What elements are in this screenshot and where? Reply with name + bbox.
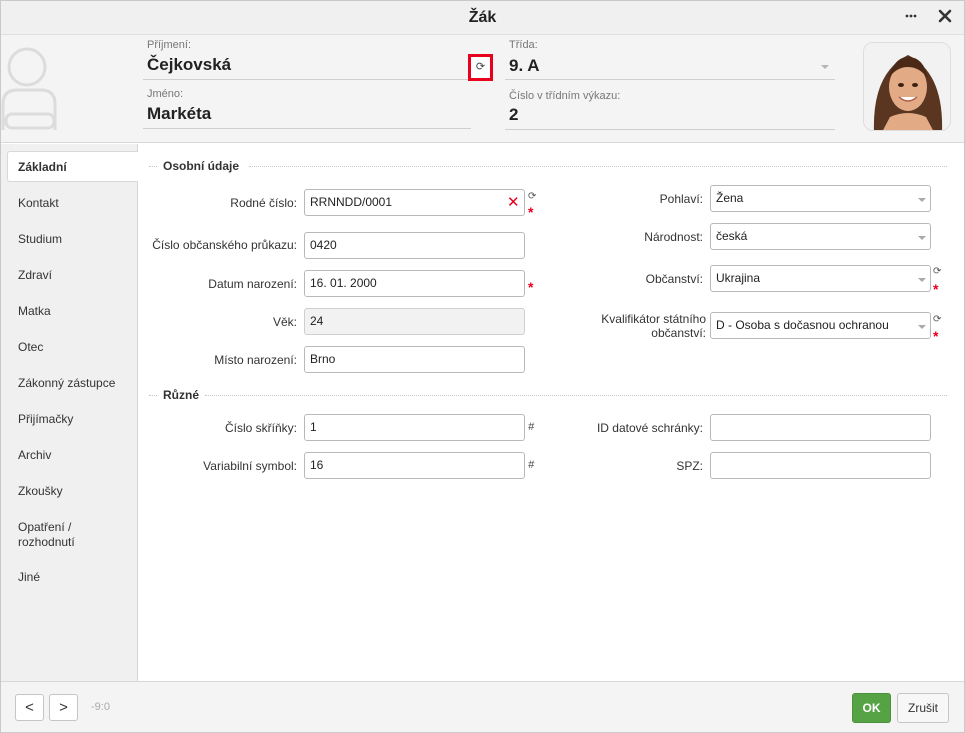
- surname-underline: [143, 79, 493, 80]
- required-asterisk-icon: *: [528, 204, 534, 220]
- citizenship-select[interactable]: Ukrajina: [710, 265, 931, 292]
- hash-icon: #: [528, 421, 535, 433]
- birth-date-input[interactable]: 16. 01. 2000: [304, 270, 525, 297]
- id-card-label: Číslo občanského průkazu:: [152, 238, 297, 252]
- citizenship-chevron-down-icon[interactable]: [918, 278, 926, 282]
- sync-glyph: ⟳: [475, 61, 486, 73]
- spz-input[interactable]: [710, 452, 931, 479]
- birth-date-value: 16. 01. 2000: [310, 276, 377, 290]
- title-bar: Žák: [1, 1, 964, 35]
- prev-record-button[interactable]: <: [15, 694, 44, 721]
- section-divider-personal: [249, 166, 947, 167]
- cancel-button[interactable]: Zrušit: [897, 693, 949, 723]
- qualifier-sync-icon[interactable]: ⟳: [933, 315, 941, 325]
- class-label: Třída:: [509, 39, 538, 51]
- id-card-value: 0420: [310, 238, 337, 252]
- databox-input[interactable]: [710, 414, 931, 441]
- sidebar-item-jine[interactable]: Jiné: [18, 570, 40, 585]
- spz-label: SPZ:: [676, 459, 703, 473]
- student-dialog: Žák Příjmení: Čejkovská ⟳ Jméno: Markéta…: [0, 0, 965, 733]
- section-title-misc: Různé: [163, 388, 199, 402]
- age-label: Věk:: [272, 315, 297, 329]
- more-options-icon[interactable]: [905, 7, 917, 26]
- sidebar: Základní Kontakt Studium Zdraví Matka Ot…: [1, 144, 138, 681]
- close-icon[interactable]: [938, 8, 952, 28]
- section-divider-personal-lead: [149, 166, 157, 167]
- databox-label: ID datové schránky:: [596, 421, 703, 435]
- required-asterisk-icon: *: [933, 328, 939, 344]
- sidebar-item-zdravi[interactable]: Zdraví: [18, 268, 52, 283]
- sidebar-item-zakladni[interactable]: Základní: [18, 160, 67, 175]
- age-value: 24: [310, 314, 324, 328]
- required-asterisk-icon: *: [933, 281, 939, 297]
- section-divider-misc-lead: [149, 395, 157, 396]
- firstname-underline: [143, 128, 471, 129]
- qualifier-select[interactable]: D - Osoba s dočasnou ochranou: [710, 312, 931, 339]
- gender-label: Pohlaví:: [659, 192, 703, 206]
- next-record-button[interactable]: >: [49, 694, 78, 721]
- record-counter: -9:0: [91, 701, 110, 713]
- sidebar-item-studium[interactable]: Studium: [18, 232, 62, 247]
- locker-input[interactable]: 1: [304, 414, 525, 441]
- qualifier-value: D - Osoba s dočasnou ochranou: [716, 318, 889, 332]
- sidebar-item-opatreni[interactable]: Opatření / rozhodnutí: [18, 520, 108, 550]
- required-asterisk-icon: *: [528, 279, 534, 295]
- nationality-value: česká: [716, 229, 748, 243]
- birth-date-label: Datum narození:: [208, 277, 297, 291]
- dialog-footer: < > -9:0 OK Zrušit: [1, 681, 964, 732]
- student-photo[interactable]: [863, 42, 951, 131]
- age-input: 24: [304, 308, 525, 335]
- gender-select[interactable]: Žena: [710, 185, 931, 212]
- firstname-label: Jméno:: [147, 88, 184, 100]
- qualifier-label: Kvalifikátor státního občanství:: [601, 312, 706, 340]
- student-header: Příjmení: Čejkovská ⟳ Jméno: Markéta Tří…: [1, 35, 964, 143]
- classnum-label: Číslo v třídním výkazu:: [509, 90, 621, 102]
- birth-number-input[interactable]: RRNNDD/0001: [304, 189, 525, 216]
- birth-number-sync-icon[interactable]: ⟳: [528, 192, 536, 202]
- birth-number-label: Rodné číslo:: [230, 196, 297, 210]
- firstname-value[interactable]: Markéta: [147, 104, 211, 124]
- sidebar-item-matka[interactable]: Matka: [18, 304, 51, 319]
- gender-value: Žena: [716, 191, 744, 205]
- nationality-chevron-down-icon[interactable]: [918, 236, 926, 240]
- birth-number-value: RRNNDD/0001: [310, 195, 393, 209]
- surname-value[interactable]: Čejkovská: [147, 55, 231, 75]
- locker-value: 1: [310, 420, 317, 434]
- ok-button[interactable]: OK: [852, 693, 891, 723]
- classnum-underline: [505, 129, 835, 130]
- class-chevron-down-icon[interactable]: [821, 65, 829, 69]
- sidebar-item-kontakt[interactable]: Kontakt: [18, 196, 59, 211]
- section-divider-misc: [205, 395, 947, 396]
- id-card-input[interactable]: 0420: [304, 232, 525, 259]
- varsym-input[interactable]: 16: [304, 452, 525, 479]
- surname-sync-icon[interactable]: ⟳: [468, 54, 493, 81]
- citizenship-label: Občanství:: [645, 272, 703, 286]
- hash-icon: #: [528, 459, 535, 471]
- varsym-label: Variabilní symbol:: [203, 459, 297, 473]
- locker-label: Číslo skříňky:: [224, 421, 297, 435]
- citizenship-value: Ukrajina: [716, 271, 761, 285]
- sidebar-item-zakonny-zastupce[interactable]: Zákonný zástupce: [18, 376, 115, 391]
- sidebar-item-zkousky[interactable]: Zkoušky: [18, 484, 63, 499]
- birth-place-input[interactable]: Brno: [304, 346, 525, 373]
- nationality-label: Národnost:: [644, 230, 703, 244]
- nationality-select[interactable]: česká: [710, 223, 931, 250]
- sidebar-item-prijimacky[interactable]: Přijímačky: [18, 412, 73, 427]
- class-underline: [505, 79, 835, 80]
- birth-place-label: Místo narození:: [214, 353, 297, 367]
- dialog-title: Žák: [468, 9, 497, 26]
- classnum-value[interactable]: 2: [509, 105, 518, 125]
- qualifier-chevron-down-icon[interactable]: [918, 325, 926, 329]
- clear-icon[interactable]: ✕: [507, 195, 520, 210]
- sidebar-item-archiv[interactable]: Archiv: [18, 448, 51, 463]
- varsym-value: 16: [310, 458, 324, 472]
- surname-label: Příjmení:: [147, 39, 192, 51]
- gender-chevron-down-icon[interactable]: [918, 198, 926, 202]
- citizenship-sync-icon[interactable]: ⟳: [933, 267, 941, 277]
- class-value[interactable]: 9. A: [509, 56, 540, 76]
- section-title-personal: Osobní údaje: [163, 159, 240, 173]
- user-placeholder-icon: [1, 42, 63, 134]
- birth-place-value: Brno: [310, 352, 336, 366]
- sidebar-item-otec[interactable]: Otec: [18, 340, 43, 355]
